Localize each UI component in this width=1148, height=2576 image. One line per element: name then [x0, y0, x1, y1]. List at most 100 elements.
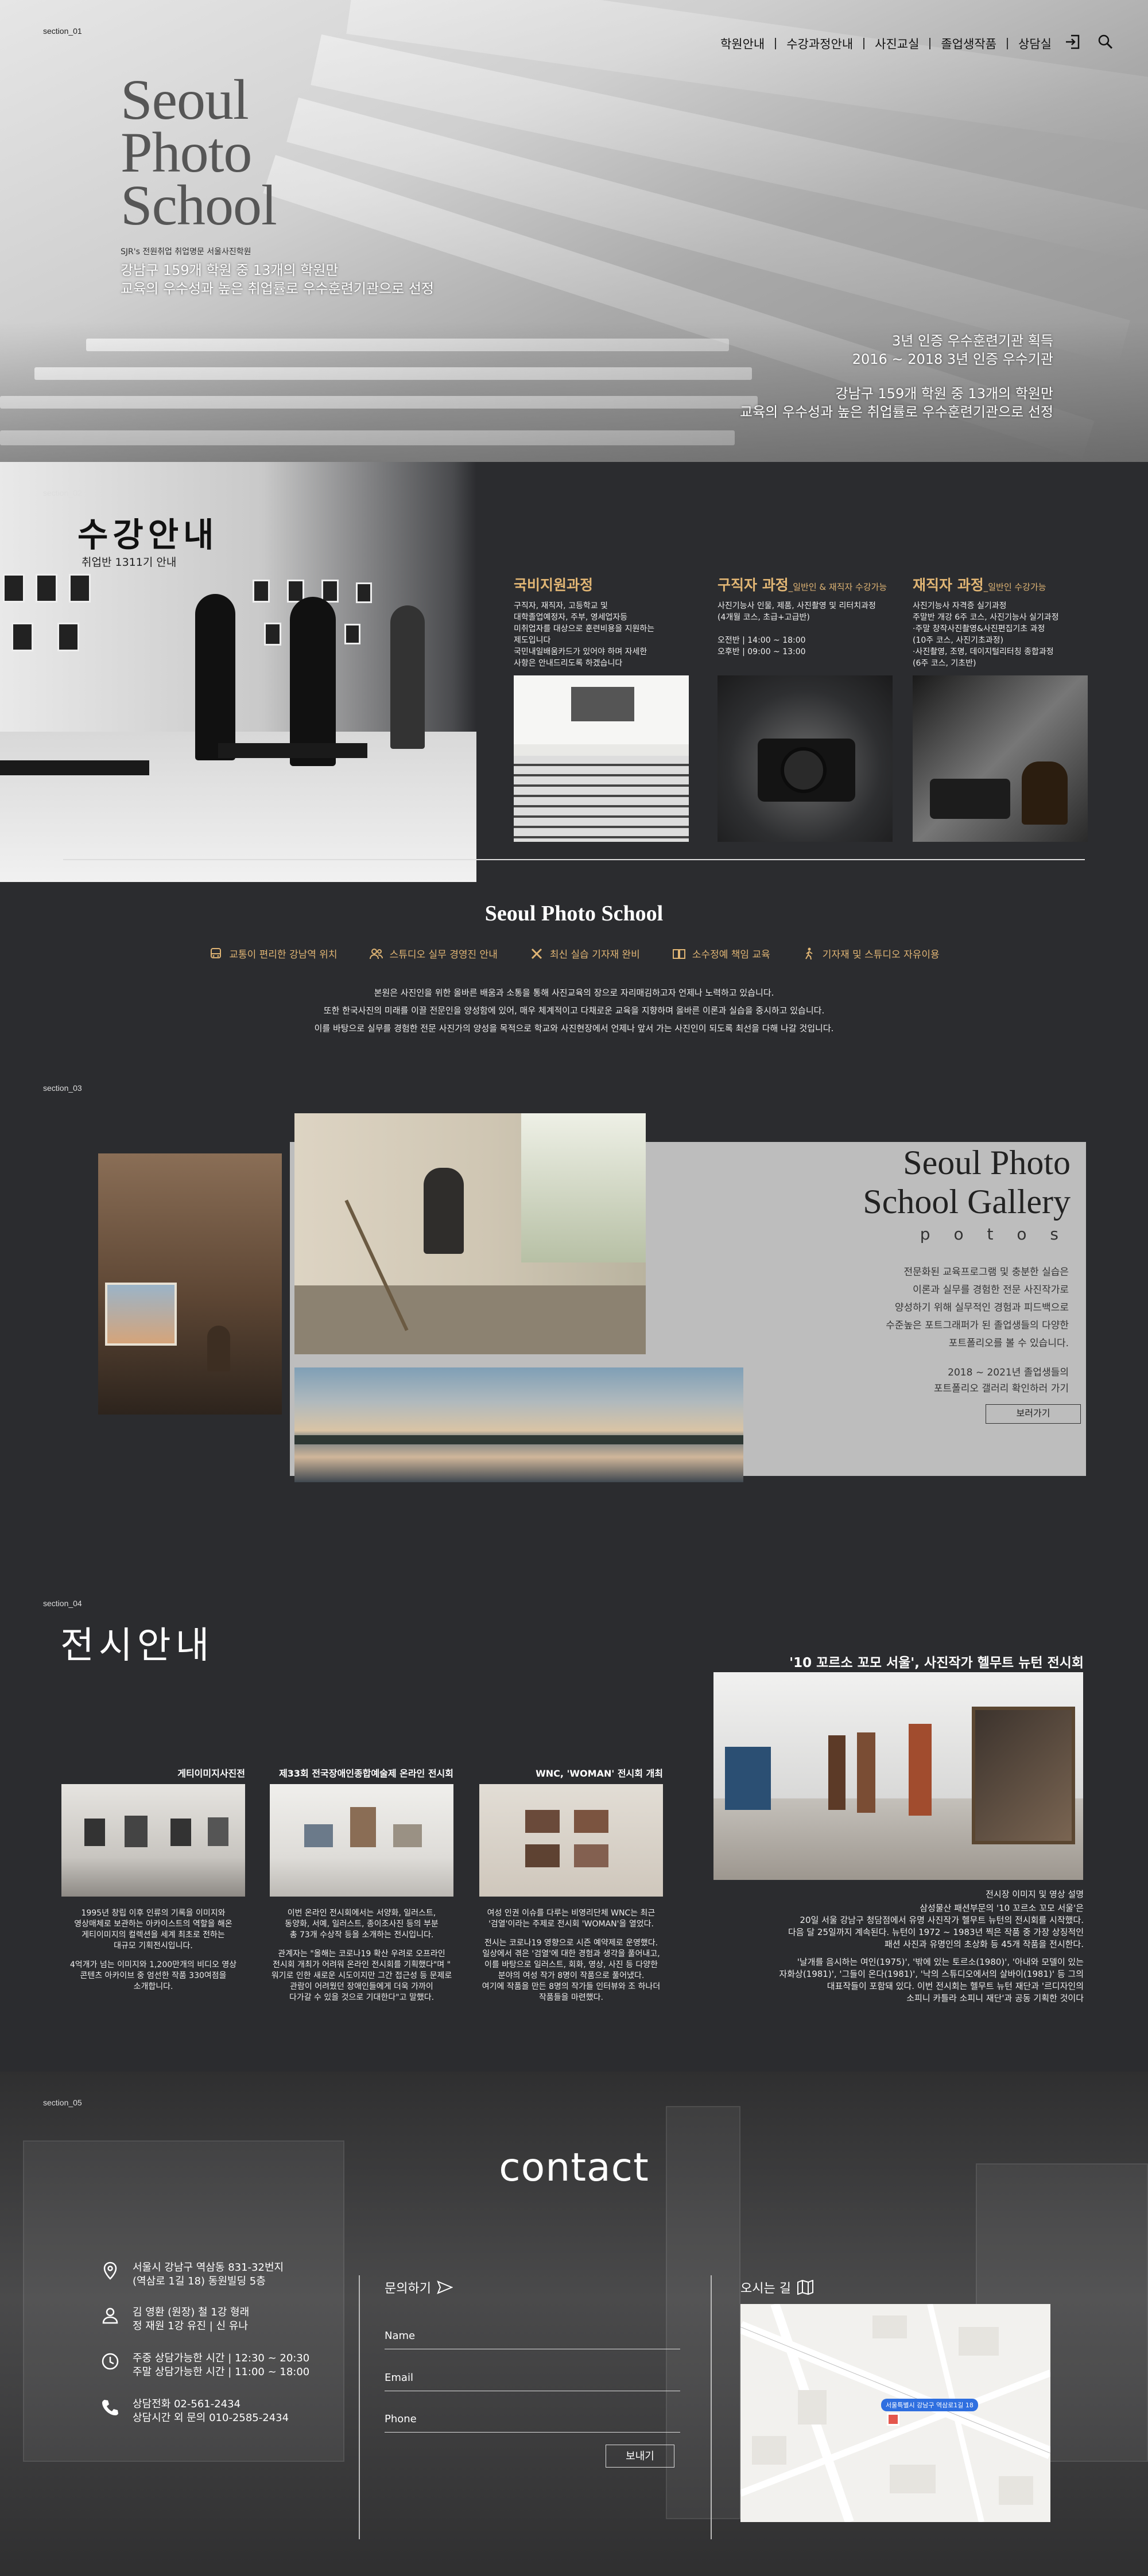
gallery-photo-3[interactable] — [294, 1367, 743, 1482]
nav-item-courses[interactable]: 수강과정안내 — [776, 35, 863, 52]
course-title: 국비지원과정 — [514, 577, 594, 593]
course-desc: 구직자, 재직자, 고등학교 및 대학졸업예정자, 주부, 영세업자등 미취업자… — [514, 601, 655, 668]
gallery-link-desc: 2018 ~ 2021년 졸업생들의 포트폴리오 갤러리 확인하러 가기 — [828, 1365, 1069, 1397]
intro-line: 본원은 사진인을 위한 올바른 배움과 소통을 통해 사진교육의 장으로 자리매… — [374, 988, 774, 998]
exdesc-line — [716, 1951, 1084, 1956]
intro-title: Seoul Photo School — [484, 902, 664, 926]
contact-section: section_05 contact 서울시 강남구 역삼동 831-32번지(… — [0, 2072, 1148, 2576]
nav-item-consult[interactable]: 상담실 — [1008, 35, 1062, 52]
main-exhibition-photo[interactable] — [713, 1672, 1083, 1880]
courses-title: 수강안내 — [77, 515, 219, 554]
map-heading: 오시는 길 — [740, 2278, 814, 2297]
location-map[interactable]: 서울특별시 강남구 역삼로1길 18 — [740, 2304, 1050, 2522]
desc-line: 작품들을 마련했다. — [539, 1993, 603, 2002]
exdesc-line: 20일 서울 강남구 청담점에서 유명 사진작가 헬무트 뉴턴의 전시회를 시작… — [800, 1915, 1084, 1925]
section-tag: section_05 — [43, 2098, 82, 2107]
hero-award-line: 2016 ~ 2018 3년 인증 우수기관 — [852, 351, 1053, 367]
hero-award: 3년 인증 우수훈련기관 획득 2016 ~ 2018 3년 인증 우수기관 — [852, 332, 1053, 368]
hero-selected-line: 강남구 159개 학원 중 13개의 학원만 — [835, 386, 1053, 402]
exhibition-card-desc: 여성 인권 이슈를 다루는 비영리단체 WNC는 최근 '검열'이라는 주제로 … — [479, 1908, 663, 2003]
gallery-photo-2[interactable] — [294, 1113, 646, 1354]
exhibition-card-title: WNC, 'WOMAN' 전시회 개최 — [536, 1768, 663, 1779]
exhibition-card-title: 제33회 전국장애인종합예술제 온라인 전시회 — [279, 1768, 453, 1779]
bus-icon — [211, 947, 222, 958]
exhibition-card[interactable]: 제33회 전국장애인종합예술제 온라인 전시회 이번 온라인 전시회에서는 서양… — [270, 1766, 453, 2003]
hero-tagline: SJR's 전원취업 취업명문 서울사진학원 — [121, 247, 251, 257]
desc-line: 일상에서 겪은 '검열'에 대한 경험과 생각을 풀어내고, — [482, 1949, 660, 1959]
desc-line: 이번 온라인 전시회에서는 서양화, 일러스트, — [287, 1909, 436, 1918]
contact-hours: 주중 상담가능한 시간 | 12:30 ~ 20:30 주말 상담가능한 시간 |… — [100, 2352, 309, 2379]
contact-title: contact — [499, 2145, 649, 2190]
send-button[interactable]: 보내기 — [606, 2445, 674, 2468]
site-logo[interactable]: Seoul Photo School — [121, 71, 277, 237]
contact-staff: 김 영환 (원장) 철 1강 형래 정 재원 1강 유진 | 신 유나 — [100, 2306, 249, 2333]
intro-paragraph: 본원은 사진인을 위한 올바른 배움과 소통을 통해 사진교육의 장으로 자리매… — [0, 984, 1148, 1038]
gallery-photo-1[interactable] — [98, 1153, 282, 1415]
photo-frame — [57, 623, 79, 651]
phone-field[interactable]: Phone — [385, 2413, 680, 2433]
photo-frame — [11, 623, 33, 651]
course-desc: 사진기능사 자격증 실기과정 주말반 개강 6주 코스, 사진기능사 실기과정 … — [913, 601, 1059, 668]
desc-line: 전시회 개최가 어려워 온라인 전시회를 기획했다"며 " — [272, 1960, 451, 1969]
exdesc-line: 자화상(1981)', '그들이 온다(1981)', '낙의 스튜디오에서의 … — [779, 1969, 1084, 1979]
feature-item: 기자재 및 스튜디오 자유이용 — [802, 946, 940, 961]
contact-address: 서울시 강남구 역삼동 831-32번지 (역삼로 1길 18) 동원빌딩 5층 — [100, 2261, 284, 2289]
desc-line: 콘텐츠 아카이브 중 엄선한 작품 330여점을 — [80, 1971, 227, 1980]
main-exhibition-title[interactable]: '10 꼬르소 꼬모 서울', 사진작가 헬무트 뉴턴 전시회 — [789, 1652, 1084, 1671]
gallery-link-line: 포트폴리오 갤러리 확인하러 가기 — [933, 1383, 1069, 1394]
desc-line: 4억개가 넘는 이미지와 1,200만개의 비디오 영상 — [69, 1960, 237, 1969]
desc-line — [61, 1952, 245, 1960]
feature-item: 스튜디오 실무 경영진 안내 — [369, 946, 498, 961]
course-desc: 사진기능사 인물, 제품, 사진촬영 및 리터치과정 (4개월 코스, 초급+고… — [718, 601, 876, 656]
phone-line: 상담전화 02-561-2434 — [133, 2398, 241, 2410]
map-marker — [887, 2413, 899, 2426]
gallery-title-line: School Gallery — [863, 1183, 1071, 1221]
exdesc-line: 다음 달 25일까지 계속된다. 뉴턴이 1972 ~ 1983년 찍은 작품 … — [788, 1927, 1084, 1937]
exhibition-card[interactable]: 게티이미지사진전 1995년 창립 이후 인류의 기록을 이미지와 영상매체로 … — [61, 1766, 245, 1992]
login-icon[interactable] — [1064, 33, 1081, 53]
feature-label: 기자재 및 스튜디오 자유이용 — [822, 949, 940, 961]
gallery-photo: 수강안내 취업반 1311기 안내 — [0, 462, 476, 882]
exhibition-card-photo — [61, 1784, 245, 1897]
gallery-title: Seoul Photo School Gallery — [863, 1143, 1071, 1221]
gallery-bench — [218, 743, 367, 758]
course-card-employee[interactable]: 재직자 과정_일반인 수강가능 사진기능사 자격증 실기과정 주말반 개강 6주… — [913, 574, 1085, 669]
nav-item-graduate-works[interactable]: 졸업생작품 — [930, 35, 1007, 52]
exdesc-line: '날개를 음시하는 여인(1975)', '밖에 있는 토르소(1980)', … — [797, 1957, 1084, 1967]
desc-line: 1995년 창립 이후 인류의 기록을 이미지와 — [81, 1909, 226, 1918]
photo-frame — [321, 580, 339, 603]
desc-line: 대규모 기획전시입니다. — [114, 1941, 193, 1951]
view-gallery-button[interactable]: 보러가기 — [986, 1404, 1081, 1424]
desc-line: 총 73개 수상작 등을 소개하는 전시입니다. — [289, 1930, 434, 1940]
exhibition-card[interactable]: WNC, 'WOMAN' 전시회 개최 여성 인권 이슈를 다루는 비영리단체 … — [479, 1766, 663, 2003]
map-icon — [797, 2280, 813, 2295]
desc-line: 영상매체로 보관하는 아카이스트의 역할을 해온 — [74, 1920, 232, 1929]
exhibition-card-desc: 이번 온라인 전시회에서는 서양화, 일러스트, 동양화, 서예, 일러스트, … — [270, 1908, 453, 2003]
nav-item-academy[interactable]: 학원안내 — [710, 35, 775, 52]
contact-phone: 상담전화 02-561-2434 상담시간 외 문의 010-2585-2434 — [100, 2398, 289, 2425]
hours-line: 주말 상담가능한 시간 | 11:00 ~ 18:00 — [133, 2366, 310, 2378]
exhibition-card-desc: 1995년 창립 이후 인류의 기록을 이미지와 영상매체로 보관하는 아카이스… — [61, 1908, 245, 1992]
course-card-national[interactable]: 국비지원과정 구직자, 재직자, 고등학교 및 대학졸업예정자, 주부, 영세업… — [514, 574, 686, 669]
desc-line: 관계자는 "올해는 코로나19 확산 우려로 오프라인 — [278, 1949, 445, 1959]
desc-line: 여기에 작품을 만든 8명의 작가들 인터뷰와 조 하나더 — [482, 1982, 661, 1991]
course-card-jobseeker[interactable]: 구직자 과정_일반인 & 재직자 수강가능 사진기능사 인물, 제품, 사진촬영… — [718, 574, 890, 658]
camera-photo — [718, 675, 893, 842]
logo-line: School — [121, 173, 277, 237]
courses-section: 수강안내 취업반 1311기 안내 section_02 국비지원과정 구직자,… — [0, 462, 1148, 882]
email-field[interactable]: Email — [385, 2372, 680, 2391]
name-field[interactable]: Name — [385, 2330, 680, 2349]
section-tag: section_04 — [43, 1599, 82, 1608]
nav-item-photo-class[interactable]: 사진교실 — [864, 35, 929, 52]
photo-frame — [356, 582, 372, 603]
phone-icon — [102, 2400, 118, 2415]
section-tag: section_02 — [43, 488, 82, 498]
visitor-silhouette — [290, 597, 336, 766]
exdesc-line: 대표작들이 포함돼 있다. 이번 전시회는 헬무트 뉴턴 재단과 '르디자인의 — [827, 1981, 1084, 1991]
photo-frame — [344, 624, 360, 644]
exhibition-card-photo — [270, 1784, 453, 1897]
exhibition-card-title: 게티이미지사진전 — [177, 1768, 245, 1779]
address-line: (역삼로 1길 18) 동원빌딩 5층 — [133, 2275, 266, 2287]
section-tag: section_01 — [43, 26, 82, 36]
search-icon[interactable] — [1097, 34, 1114, 53]
